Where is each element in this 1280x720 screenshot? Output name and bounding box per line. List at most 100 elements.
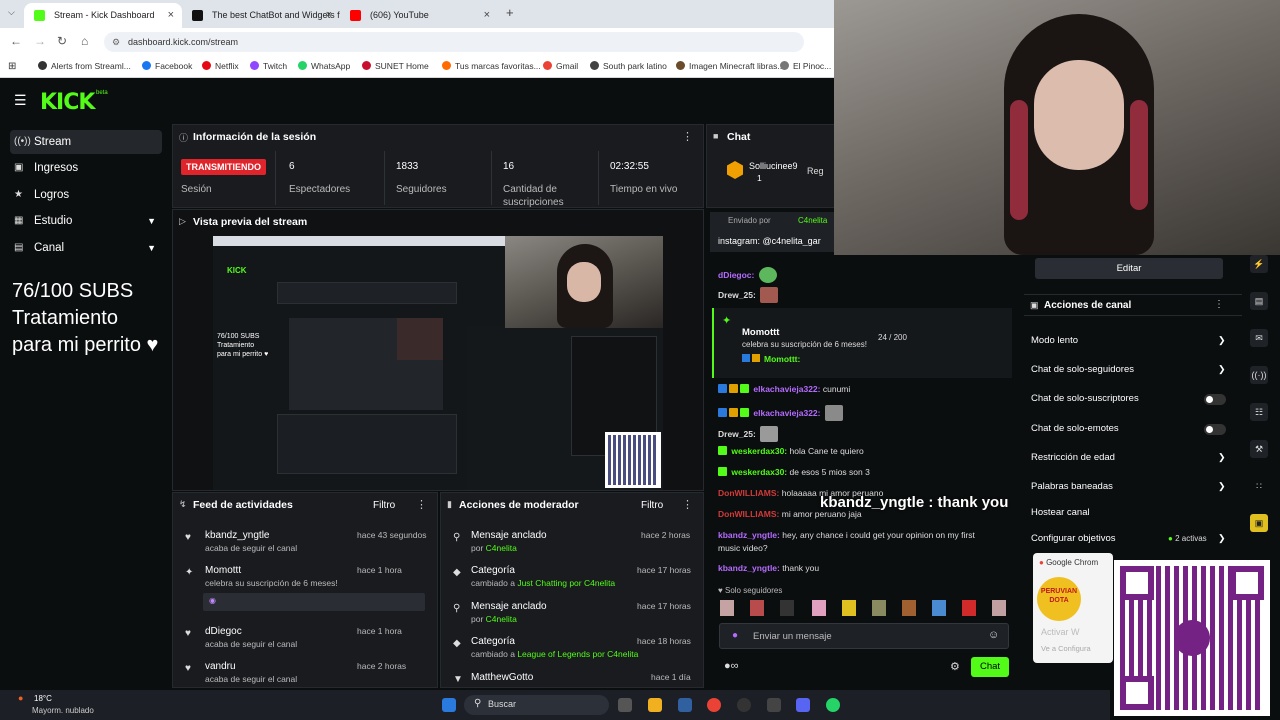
chat-input[interactable]: ● Enviar un mensaje ☺ <box>719 623 1009 649</box>
chevron-right-icon[interactable]: ❯ <box>1218 335 1226 346</box>
bookmark-item[interactable]: South park latino <box>590 61 667 71</box>
tools-icon[interactable]: ⚒ <box>1250 440 1268 458</box>
more-options-icon[interactable]: ⋮ <box>1214 299 1224 310</box>
channel-action-age-restriction[interactable]: Restricción de edad <box>1031 452 1115 463</box>
chrome-notification[interactable]: ● Google Chrom PERUVIAN DOTA Activar W V… <box>1033 553 1113 663</box>
chat-username[interactable]: weskerdax30: <box>731 467 787 477</box>
more-options-icon[interactable]: ⋮ <box>682 130 693 143</box>
bookmark-item[interactable]: Netflix <box>202 61 239 71</box>
gear-icon[interactable]: ⚙ <box>950 660 960 673</box>
activity-user[interactable]: kbandz_yngtle <box>205 530 270 541</box>
chat-username[interactable]: Drew_25: <box>718 429 756 439</box>
channel-action-emotes-only[interactable]: Chat de solo-emotes <box>1031 423 1119 434</box>
chat-username[interactable]: elkachavieja322: <box>753 384 820 394</box>
document-icon[interactable]: ▤ <box>1250 292 1268 310</box>
channel-action-slow-mode[interactable]: Modo lento <box>1031 335 1078 346</box>
send-chat-button[interactable]: Chat <box>971 657 1009 677</box>
task-view-icon[interactable] <box>618 698 632 712</box>
weather-temp[interactable]: 18°C <box>34 694 52 703</box>
bookmark-item[interactable]: Tus marcas favoritas... <box>442 61 541 71</box>
chat-username[interactable]: kbandz_yngtle: <box>718 563 780 573</box>
lightning-icon[interactable]: ⚡ <box>1250 255 1268 273</box>
edit-button[interactable]: Editar <box>1035 258 1223 279</box>
chevron-right-icon[interactable]: ❯ <box>1218 364 1226 375</box>
channel-action-subs-only[interactable]: Chat de solo-suscriptores <box>1031 393 1139 404</box>
close-icon[interactable]: × <box>326 3 332 28</box>
obs-icon[interactable] <box>737 698 751 712</box>
emote-icon[interactable] <box>750 600 764 616</box>
sidebar-item-ingresos[interactable]: ▣ Ingresos <box>10 156 162 180</box>
channel-action-goals[interactable]: Configurar objetivos <box>1031 533 1116 544</box>
emote-icon[interactable] <box>780 600 794 616</box>
emotes-only-toggle[interactable] <box>1204 424 1226 435</box>
chat-username[interactable]: DonWILLIAMS: <box>718 509 779 519</box>
sidebar-item-stream[interactable]: ((•)) Stream <box>10 130 162 154</box>
chrome-icon[interactable] <box>707 698 721 712</box>
layout-icon[interactable]: ☷ <box>1250 403 1268 421</box>
sub-event-reply[interactable]: Momottt: <box>764 354 800 364</box>
bookmark-item[interactable]: WhatsApp <box>298 61 350 71</box>
bookmark-item[interactable]: Gmail <box>543 61 578 71</box>
activity-user[interactable]: Momottt <box>205 565 241 576</box>
kick-logo[interactable]: KICK <box>40 90 95 115</box>
subs-only-toggle[interactable] <box>1204 394 1226 405</box>
close-icon[interactable]: × <box>484 3 490 28</box>
activity-user[interactable]: dDiegoc <box>205 626 242 637</box>
url-input[interactable]: ⚙ dashboard.kick.com/stream <box>104 32 804 52</box>
sidebar-item-logros[interactable]: ★ Logros <box>10 183 162 207</box>
bookmark-item[interactable]: Imagen Minecraft libras... <box>676 61 784 71</box>
gift-icon[interactable]: ▣ <box>1250 514 1268 532</box>
windows-start-icon[interactable] <box>442 698 456 712</box>
close-icon[interactable]: × <box>168 3 174 28</box>
app-icon[interactable] <box>767 698 781 712</box>
chat-username[interactable]: kbandz_yngtle: <box>718 530 780 540</box>
emote-icon[interactable] <box>872 600 886 616</box>
bookmark-item[interactable]: El Pinoc... <box>780 61 831 71</box>
more-options-icon[interactable]: ⋮ <box>682 498 693 511</box>
chevron-right-icon[interactable]: ❯ <box>1218 533 1226 544</box>
mod-action-highlight[interactable]: Just Chatting <box>517 578 567 588</box>
back-icon[interactable]: ← <box>10 34 22 48</box>
chat-bubble-icon[interactable]: ✉ <box>1250 329 1268 347</box>
hamburger-menu-icon[interactable]: ☰ <box>14 92 27 109</box>
broadcast-icon[interactable]: ((·)) <box>1250 366 1268 384</box>
tab-chatbot[interactable]: The best ChatBot and Widgets f × <box>182 3 340 28</box>
more-options-icon[interactable]: ⋮ <box>416 498 427 511</box>
tab-kick-dashboard[interactable]: Stream - Kick Dashboard × <box>24 3 182 28</box>
chat-username[interactable]: weskerdax30: <box>731 446 787 456</box>
chevron-right-icon[interactable]: ❯ <box>1218 481 1226 492</box>
apps-grid-icon[interactable]: ⊞ <box>8 61 16 72</box>
bookmark-item[interactable]: Twitch <box>250 61 287 71</box>
bookmark-item[interactable]: Alerts from Streaml... <box>38 61 131 71</box>
tab-list-icon[interactable]: ⌵ <box>8 7 15 18</box>
bookmark-item[interactable]: SUNET Home <box>362 61 429 71</box>
emote-icon[interactable] <box>962 600 976 616</box>
reload-icon[interactable]: ↻ <box>57 34 67 48</box>
filter-button[interactable]: Filtro <box>641 500 663 511</box>
channel-action-host[interactable]: Hostear canal <box>1031 507 1090 518</box>
taskbar-search[interactable]: ⚲ Buscar <box>464 695 609 715</box>
chat-tools-icon[interactable]: ●∞ <box>724 660 739 672</box>
new-tab-icon[interactable]: + <box>506 5 514 20</box>
bookmark-item[interactable]: Facebook <box>142 61 192 71</box>
emoji-icon[interactable]: ☺ <box>988 629 999 641</box>
sub-event-name[interactable]: Momottt <box>742 327 779 338</box>
home-icon[interactable]: ⌂ <box>81 34 88 48</box>
top-user-name[interactable]: Solliucinee9 <box>749 161 798 171</box>
channel-action-banned-words[interactable]: Palabras baneadas <box>1031 481 1113 492</box>
mod-action-highlight[interactable]: League of Legends <box>517 649 590 659</box>
chat-username[interactable]: Drew_25: <box>718 290 756 300</box>
activity-user[interactable]: vandru <box>205 661 236 672</box>
emote-icon[interactable] <box>932 600 946 616</box>
channel-action-followers-only[interactable]: Chat de solo-seguidores <box>1031 364 1134 375</box>
site-info-icon[interactable]: ⚙ <box>112 32 120 52</box>
emote-icon[interactable] <box>812 600 826 616</box>
chevron-right-icon[interactable]: ❯ <box>1218 452 1226 463</box>
app-icon[interactable] <box>678 698 692 712</box>
emote-icon[interactable] <box>720 600 734 616</box>
emote-icon[interactable] <box>842 600 856 616</box>
sidebar-item-estudio[interactable]: ▦ Estudio ▼ <box>10 209 162 233</box>
stream-preview-video[interactable]: KICK 76/100 SUBS Tratamiento para mi per… <box>213 236 663 490</box>
filter-button[interactable]: Filtro <box>373 500 395 511</box>
discord-icon[interactable] <box>796 698 810 712</box>
